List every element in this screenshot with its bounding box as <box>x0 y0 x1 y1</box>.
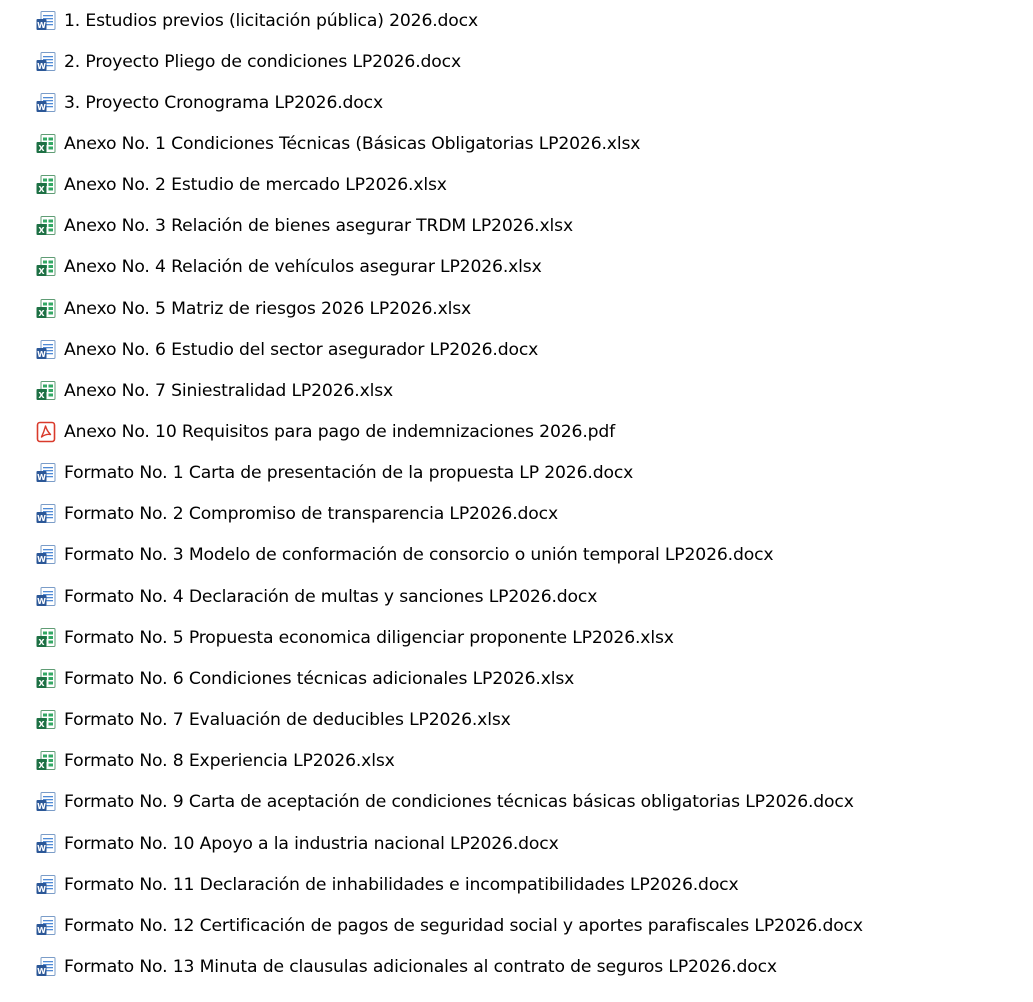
file-row[interactable]: X Formato No. 7 Evaluación de deducibles… <box>0 700 1033 741</box>
file-row[interactable]: W Formato No. 13 Minuta de clausulas adi… <box>0 946 1033 987</box>
svg-text:W: W <box>37 596 46 605</box>
file-name: Formato No. 6 Condiciones técnicas adici… <box>64 668 575 689</box>
word-document-icon: W <box>35 503 57 525</box>
excel-spreadsheet-icon: X <box>35 298 57 320</box>
svg-text:W: W <box>37 349 46 358</box>
excel-spreadsheet-icon: X <box>35 215 57 237</box>
file-row[interactable]: W Anexo No. 6 Estudio del sector asegura… <box>0 329 1033 370</box>
file-row[interactable]: Anexo No. 10 Requisitos para pago de ind… <box>0 412 1033 453</box>
svg-text:W: W <box>37 514 46 523</box>
file-name: Formato No. 2 Compromiso de transparenci… <box>64 504 558 525</box>
file-name: 1. Estudios previos (licitación pública)… <box>64 10 478 31</box>
svg-text:W: W <box>37 473 46 482</box>
svg-text:W: W <box>37 843 46 852</box>
svg-text:X: X <box>38 185 45 194</box>
file-name: Anexo No. 4 Relación de vehículos asegur… <box>64 257 542 278</box>
file-name: Formato No. 4 Declaración de multas y sa… <box>64 586 598 607</box>
file-row[interactable]: W Formato No. 1 Carta de presentación de… <box>0 453 1033 494</box>
file-row[interactable]: W Formato No. 3 Modelo de conformación d… <box>0 535 1033 576</box>
word-document-icon: W <box>35 956 57 978</box>
svg-text:X: X <box>38 267 45 276</box>
file-row[interactable]: X Anexo No. 2 Estudio de mercado LP2026.… <box>0 165 1033 206</box>
file-name: Formato No. 9 Carta de aceptación de con… <box>64 792 854 813</box>
svg-text:X: X <box>38 638 45 647</box>
file-name: Anexo No. 2 Estudio de mercado LP2026.xl… <box>64 175 447 196</box>
pdf-document-icon <box>35 421 57 443</box>
svg-text:X: X <box>38 761 45 770</box>
file-name: Formato No. 12 Certificación de pagos de… <box>64 915 863 936</box>
file-name: Anexo No. 10 Requisitos para pago de ind… <box>64 422 616 442</box>
file-row[interactable]: X Anexo No. 3 Relación de bienes asegura… <box>0 206 1033 247</box>
file-name: Formato No. 10 Apoyo a la industria naci… <box>64 833 559 854</box>
word-document-icon: W <box>35 586 57 608</box>
file-name: Anexo No. 3 Relación de bienes asegurar … <box>64 216 573 237</box>
word-document-icon: W <box>35 51 57 73</box>
svg-text:W: W <box>37 884 46 893</box>
word-document-icon: W <box>35 833 57 855</box>
file-row[interactable]: W Formato No. 12 Certificación de pagos … <box>0 905 1033 946</box>
excel-spreadsheet-icon: X <box>35 668 57 690</box>
svg-text:W: W <box>37 967 46 976</box>
file-row[interactable]: W 2. Proyecto Pliego de condiciones LP20… <box>0 41 1033 82</box>
file-name: Formato No. 3 Modelo de conformación de … <box>64 545 774 566</box>
file-row[interactable]: W Formato No. 10 Apoyo a la industria na… <box>0 823 1033 864</box>
excel-spreadsheet-icon: X <box>35 750 57 772</box>
word-document-icon: W <box>35 791 57 813</box>
svg-text:W: W <box>37 555 46 564</box>
file-name: Formato No. 11 Declaración de inhabilida… <box>64 874 739 895</box>
excel-spreadsheet-icon: X <box>35 709 57 731</box>
file-name: Anexo No. 6 Estudio del sector asegurado… <box>64 339 539 360</box>
file-row[interactable]: W 3. Proyecto Cronograma LP2026.docx <box>0 82 1033 123</box>
file-name: Anexo No. 1 Condiciones Técnicas (Básica… <box>64 133 641 154</box>
excel-spreadsheet-icon: X <box>35 174 57 196</box>
file-name: Anexo No. 7 Siniestralidad LP2026.xlsx <box>64 380 394 401</box>
file-name: 3. Proyecto Cronograma LP2026.docx <box>64 92 383 113</box>
file-name: Formato No. 8 Experiencia LP2026.xlsx <box>64 751 395 772</box>
svg-text:W: W <box>37 802 46 811</box>
file-row[interactable]: X Anexo No. 1 Condiciones Técnicas (Bási… <box>0 123 1033 164</box>
svg-text:X: X <box>38 720 45 729</box>
file-row[interactable]: X Formato No. 6 Condiciones técnicas adi… <box>0 658 1033 699</box>
file-explorer-window: { "files": [ {"name": "1. Estudios previ… <box>0 0 1033 1002</box>
file-name: Formato No. 5 Propuesta economica dilige… <box>64 627 674 648</box>
word-document-icon: W <box>35 10 57 32</box>
file-row[interactable]: W Formato No. 11 Declaración de inhabili… <box>0 864 1033 905</box>
svg-text:W: W <box>37 103 46 112</box>
word-document-icon: W <box>35 462 57 484</box>
excel-spreadsheet-icon: X <box>35 380 57 402</box>
file-name: Anexo No. 5 Matriz de riesgos 2026 LP202… <box>64 298 472 319</box>
file-row[interactable]: X Formato No. 8 Experiencia LP2026.xlsx <box>0 741 1033 782</box>
svg-text:X: X <box>38 308 45 317</box>
excel-spreadsheet-icon: X <box>35 256 57 278</box>
word-document-icon: W <box>35 92 57 114</box>
file-name: Formato No. 7 Evaluación de deducibles L… <box>64 710 511 731</box>
file-row[interactable]: X Anexo No. 5 Matriz de riesgos 2026 LP2… <box>0 288 1033 329</box>
excel-spreadsheet-icon: X <box>35 133 57 155</box>
file-name: Formato No. 1 Carta de presentación de l… <box>64 463 634 484</box>
word-document-icon: W <box>35 915 57 937</box>
file-row[interactable]: W Formato No. 9 Carta de aceptación de c… <box>0 782 1033 823</box>
file-row[interactable]: X Anexo No. 4 Relación de vehículos aseg… <box>0 247 1033 288</box>
svg-text:X: X <box>38 226 45 235</box>
excel-spreadsheet-icon: X <box>35 627 57 649</box>
file-row[interactable]: W Formato No. 2 Compromiso de transparen… <box>0 494 1033 535</box>
svg-text:X: X <box>38 144 45 153</box>
file-row[interactable]: X Formato No. 5 Propuesta economica dili… <box>0 617 1033 658</box>
file-name: Formato No. 13 Minuta de clausulas adici… <box>64 956 777 977</box>
file-row[interactable]: W Formato No. 4 Declaración de multas y … <box>0 576 1033 617</box>
file-row[interactable]: W 1. Estudios previos (licitación públic… <box>0 0 1033 41</box>
file-row[interactable]: X Anexo No. 7 Siniestralidad LP2026.xlsx <box>0 370 1033 411</box>
word-document-icon: W <box>35 339 57 361</box>
svg-text:W: W <box>37 926 46 935</box>
svg-text:X: X <box>38 679 45 688</box>
svg-text:W: W <box>37 61 46 70</box>
svg-text:W: W <box>37 20 46 29</box>
word-document-icon: W <box>35 874 57 896</box>
svg-text:X: X <box>38 391 45 400</box>
file-name: 2. Proyecto Pliego de condiciones LP2026… <box>64 51 461 72</box>
word-document-icon: W <box>35 544 57 566</box>
